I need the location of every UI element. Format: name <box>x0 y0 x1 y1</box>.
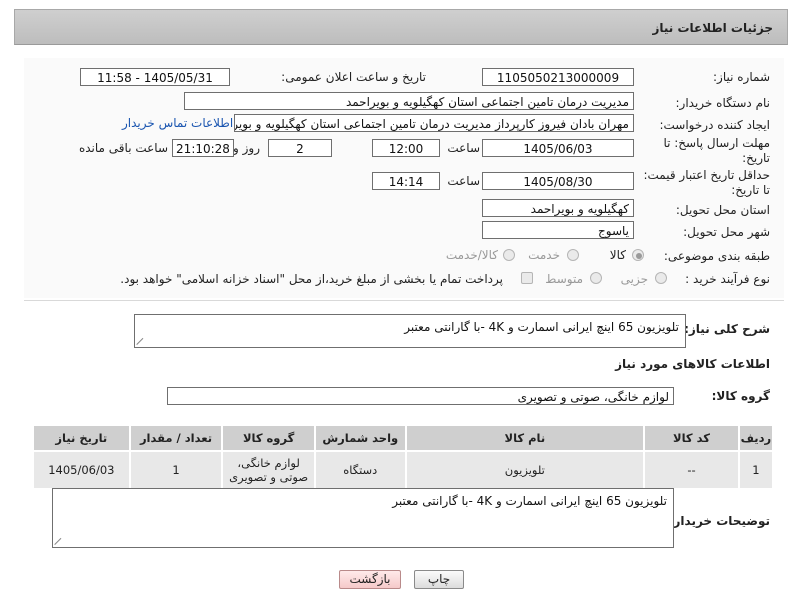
process-option-medium: متوسط <box>545 272 583 286</box>
panel-header: جزئیات اطلاعات نیاز <box>14 9 788 45</box>
buyer-notes-text: تلویزیون 65 اینچ ایرانی اسمارت و 4K -با … <box>392 494 667 508</box>
reply-deadline-label: مهلت ارسال پاسخ: تا تاریخ: <box>663 136 770 165</box>
col-unit: واحد شمارش <box>313 424 407 452</box>
cell-date: 1405/06/03 <box>32 450 131 490</box>
process-radio-minor[interactable] <box>655 272 667 284</box>
city-field: یاسوج <box>482 221 634 239</box>
reply-date-field: 1405/06/03 <box>482 139 634 157</box>
goods-info-title: اطلاعات کالاهای مورد نیاز <box>615 357 770 371</box>
general-desc-field: تلویزیون 65 اینچ ایرانی اسمارت و 4K -با … <box>134 314 686 348</box>
panel-title: جزئیات اطلاعات نیاز <box>652 21 773 35</box>
treasury-payment-checkbox[interactable] <box>521 272 533 284</box>
col-qty: تعداد / مقدار <box>128 424 224 452</box>
table-header-row: ردیف کد کالا نام کالا واحد شمارش گروه کا… <box>32 424 775 452</box>
cell-name: تلویزیون <box>404 450 646 490</box>
col-code: کد کالا <box>643 424 740 452</box>
process-label: نوع فرآیند خرید : <box>685 272 770 286</box>
table-row: 1 -- تلویزیون دستگاه لوازم خانگی، صوتی و… <box>32 450 775 490</box>
category-label: طبقه بندی موضوعی: <box>663 249 770 263</box>
col-date: تاریخ نیاز <box>32 424 131 452</box>
cell-group: لوازم خانگی، صوتی و تصویری <box>221 450 316 490</box>
print-button[interactable]: چاپ <box>414 570 464 589</box>
cell-row: 1 <box>737 450 775 490</box>
cell-code: -- <box>643 450 740 490</box>
contact-buyer-link[interactable]: اطلاعات تماس خریدار <box>122 116 233 130</box>
process-radio-medium[interactable] <box>590 272 602 284</box>
reply-time-field: 12:00 <box>372 139 440 157</box>
buyer-org-field: مدیریت درمان تامین اجتماعی استان کهگیلوی… <box>184 92 634 110</box>
buyer-org-label: نام دستگاه خریدار: <box>675 96 771 110</box>
remaining-label: ساعت باقی مانده <box>78 141 168 155</box>
days-label: روز و <box>233 141 260 155</box>
treasury-payment-note: پرداخت تمام یا بخشی از مبلغ خرید،از محل … <box>120 272 503 286</box>
col-group: گروه کالا <box>221 424 316 452</box>
creator-field: مهران بادان فیروز کارپرداز مدیریت درمان … <box>234 114 634 132</box>
general-desc-text: تلویزیون 65 اینچ ایرانی اسمارت و 4K -با … <box>404 320 679 334</box>
cell-qty: 1 <box>128 450 224 490</box>
announce-label: تاریخ و ساعت اعلان عمومی: <box>281 70 426 84</box>
announce-field: 1405/05/31 - 11:58 <box>80 68 230 86</box>
col-row: ردیف <box>737 424 775 452</box>
resize-grip-icon[interactable] <box>55 535 65 545</box>
need-number-label: شماره نیاز: <box>713 70 770 84</box>
category-radio-goods[interactable] <box>632 249 644 261</box>
price-date-field: 1405/08/30 <box>482 172 634 190</box>
cell-unit: دستگاه <box>313 450 407 490</box>
general-desc-label: شرح کلی نیاز: <box>684 322 770 336</box>
city-label: شهر محل تحویل: <box>683 225 770 239</box>
buyer-notes-label: توضیحات خریدار: <box>668 514 770 528</box>
remaining-time-field: 21:10:28 <box>172 139 234 157</box>
category-option-goods-service: کالا/خدمت <box>445 248 498 262</box>
buyer-notes-field: تلویزیون 65 اینچ ایرانی اسمارت و 4K -با … <box>52 488 674 548</box>
process-option-minor: جزیی <box>620 272 648 286</box>
price-time-field: 14:14 <box>372 172 440 190</box>
divider <box>24 300 784 301</box>
creator-label: ایجاد کننده درخواست: <box>659 118 770 132</box>
reply-time-label: ساعت <box>447 141 480 155</box>
resize-grip-icon[interactable] <box>137 335 147 345</box>
price-time-label: ساعت <box>447 174 480 188</box>
days-count-field: 2 <box>268 139 332 157</box>
category-radio-goods-service[interactable] <box>503 249 515 261</box>
col-name: نام کالا <box>404 424 646 452</box>
items-table: ردیف کد کالا نام کالا واحد شمارش گروه کا… <box>32 424 775 490</box>
category-option-service: خدمت <box>528 248 560 262</box>
province-label: استان محل تحویل: <box>675 203 770 217</box>
province-field: کهگیلویه و بویراحمد <box>482 199 634 217</box>
back-button[interactable]: بازگشت <box>339 570 401 589</box>
category-radio-service[interactable] <box>567 249 579 261</box>
goods-group-label: گروه کالا: <box>711 389 770 403</box>
category-option-goods: کالا <box>609 248 626 262</box>
goods-group-field: لوازم خانگی، صوتی و تصویری <box>167 387 674 405</box>
price-validity-label: حداقل تاریخ اعتبار قیمت: تا تاریخ: <box>643 168 770 197</box>
need-number-field: 1105050213000009 <box>482 68 634 86</box>
